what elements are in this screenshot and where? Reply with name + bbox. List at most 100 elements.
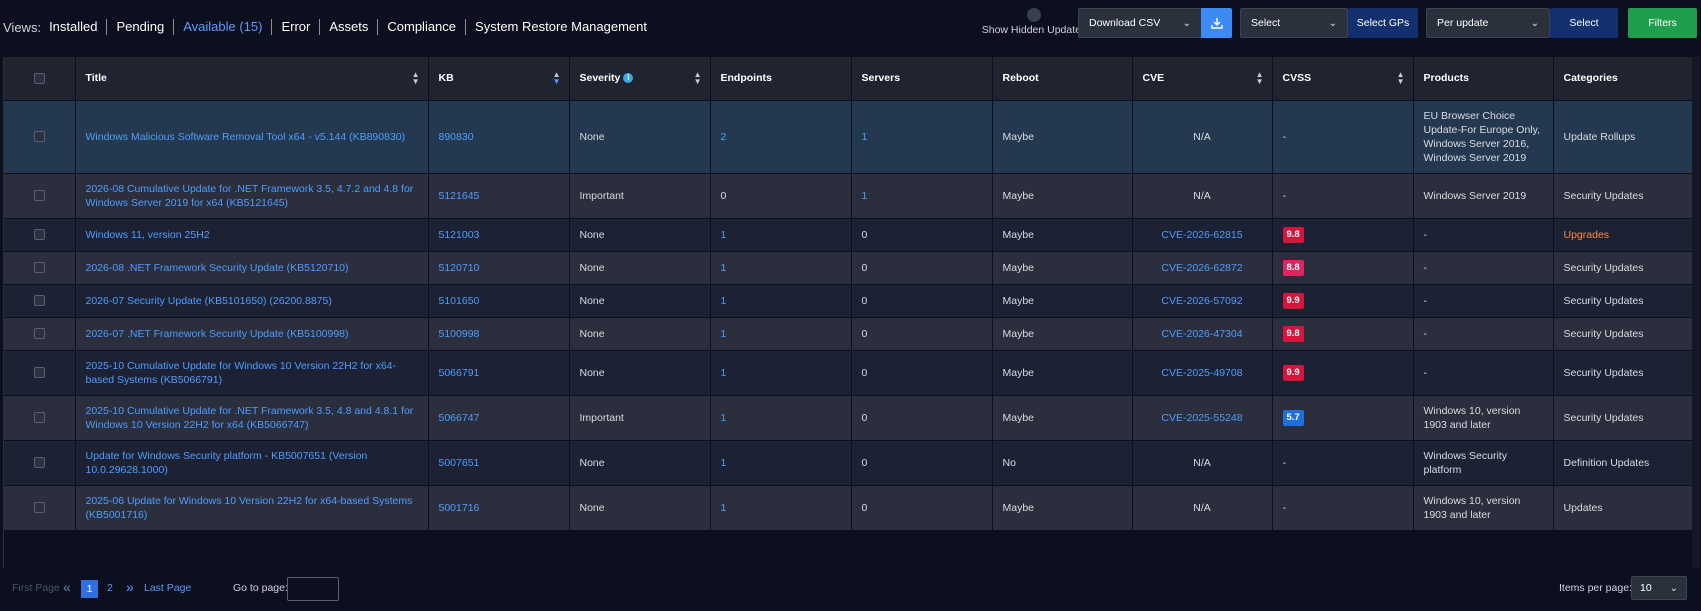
- endpoints-link[interactable]: 1: [710, 251, 852, 284]
- endpoints-link[interactable]: 1: [710, 350, 852, 395]
- endpoints-link[interactable]: 1: [710, 317, 852, 350]
- title-link[interactable]: 2026-08 Cumulative Update for .NET Frame…: [75, 173, 429, 218]
- next-page-icon[interactable]: »: [126, 579, 134, 595]
- row-checkbox[interactable]: [33, 295, 45, 306]
- title-link[interactable]: Windows 11, version 25H2: [75, 218, 429, 251]
- row-checkbox-cell[interactable]: [4, 100, 76, 173]
- info-icon[interactable]: i: [623, 73, 634, 84]
- select-button[interactable]: Select: [1550, 8, 1618, 38]
- cve-link[interactable]: CVE-2025-49708: [1132, 350, 1273, 395]
- row-checkbox[interactable]: [33, 131, 45, 142]
- table-row[interactable]: 2026-07 Security Update (KB5101650) (262…: [4, 284, 1694, 317]
- table-row[interactable]: Update for Windows Security platform - K…: [4, 440, 1694, 485]
- col-cve[interactable]: CVE ▲ ▼: [1132, 57, 1273, 101]
- row-checkbox[interactable]: [33, 328, 45, 339]
- endpoints-link[interactable]: 1: [710, 395, 852, 440]
- table-row[interactable]: 2025-10 Cumulative Update for Windows 10…: [4, 350, 1694, 395]
- view-tab-pending[interactable]: Pending: [107, 19, 175, 35]
- page-2-button[interactable]: 2: [107, 582, 113, 594]
- row-checkbox-cell[interactable]: [4, 251, 76, 284]
- title-link[interactable]: 2025-10 Cumulative Update for Windows 10…: [75, 350, 429, 395]
- select-all-checkbox[interactable]: [33, 72, 45, 84]
- table-row[interactable]: 2026-07 .NET Framework Security Update (…: [4, 317, 1694, 350]
- vertical-scrollbar[interactable]: [1692, 57, 1700, 568]
- kb-link[interactable]: 5121645: [428, 173, 570, 218]
- view-tab-compliance[interactable]: Compliance: [378, 19, 467, 35]
- kb-link[interactable]: 5100998: [428, 317, 570, 350]
- col-title[interactable]: Title ▲ ▼: [75, 57, 429, 101]
- title-link[interactable]: 2026-07 .NET Framework Security Update (…: [75, 317, 429, 350]
- row-checkbox-cell[interactable]: [4, 350, 76, 395]
- gp-select[interactable]: Select ⌄: [1240, 8, 1348, 38]
- filters-button[interactable]: Filters: [1628, 8, 1697, 38]
- kb-link[interactable]: 890830: [428, 100, 570, 173]
- kb-link[interactable]: 5007651: [428, 440, 570, 485]
- sort-icon[interactable]: ▲ ▼: [553, 71, 561, 86]
- row-checkbox[interactable]: [33, 262, 45, 273]
- title-link[interactable]: 2026-08 .NET Framework Security Update (…: [75, 251, 429, 284]
- download-format-select[interactable]: Download CSV ⌄: [1078, 8, 1202, 38]
- sort-icon[interactable]: ▲ ▼: [1256, 71, 1264, 86]
- row-checkbox[interactable]: [33, 190, 45, 201]
- row-checkbox-cell[interactable]: [4, 218, 76, 251]
- row-checkbox[interactable]: [33, 412, 45, 423]
- cve-link[interactable]: CVE-2026-57092: [1132, 284, 1273, 317]
- kb-link[interactable]: 5120710: [428, 251, 570, 284]
- row-checkbox-cell[interactable]: [4, 395, 76, 440]
- col-severity[interactable]: Severity i ▲ ▼: [569, 57, 711, 101]
- per-update-select[interactable]: Per update ⌄: [1426, 8, 1550, 38]
- select-gps-button[interactable]: Select GPs: [1348, 8, 1418, 38]
- sort-icon[interactable]: ▲ ▼: [412, 71, 420, 86]
- title-link[interactable]: Windows Malicious Software Removal Tool …: [75, 100, 429, 173]
- col-cvss[interactable]: CVSS ▲ ▼: [1272, 57, 1414, 101]
- row-checkbox-cell[interactable]: [4, 440, 76, 485]
- kb-link[interactable]: 5121003: [428, 218, 570, 251]
- row-checkbox[interactable]: [33, 457, 45, 468]
- row-checkbox-cell[interactable]: [4, 485, 76, 530]
- row-checkbox[interactable]: [33, 502, 45, 514]
- select-all-header[interactable]: [4, 57, 76, 101]
- cve-link[interactable]: CVE-2025-55248: [1132, 395, 1273, 440]
- title-link[interactable]: 2025-06 Update for Windows 10 Version 22…: [75, 485, 429, 530]
- download-button[interactable]: [1201, 8, 1232, 38]
- title-link[interactable]: 2025-10 Cumulative Update for .NET Frame…: [75, 395, 429, 440]
- view-tab-error[interactable]: Error: [272, 19, 321, 35]
- row-checkbox[interactable]: [33, 367, 45, 378]
- title-link[interactable]: 2026-07 Security Update (KB5101650) (262…: [75, 284, 429, 317]
- view-tab-installed[interactable]: Installed: [49, 19, 108, 35]
- cve-link[interactable]: CVE-2026-47304: [1132, 317, 1273, 350]
- table-row[interactable]: 2026-08 Cumulative Update for .NET Frame…: [4, 173, 1694, 218]
- cve-link[interactable]: CVE-2026-62815: [1132, 218, 1273, 251]
- view-tab-available-15[interactable]: Available (15): [174, 19, 273, 35]
- endpoints-link[interactable]: 1: [710, 485, 852, 530]
- goto-page-input[interactable]: [287, 577, 339, 601]
- table-row[interactable]: 2025-10 Cumulative Update for .NET Frame…: [4, 395, 1694, 440]
- table-row[interactable]: 2026-08 .NET Framework Security Update (…: [4, 251, 1694, 284]
- endpoints-link[interactable]: 1: [710, 440, 852, 485]
- servers-link[interactable]: 1: [851, 173, 993, 218]
- kb-link[interactable]: 5101650: [428, 284, 570, 317]
- kb-link[interactable]: 5066791: [428, 350, 570, 395]
- endpoints-link[interactable]: 1: [710, 218, 852, 251]
- row-checkbox-cell[interactable]: [4, 284, 76, 317]
- table-row[interactable]: Windows 11, version 25H2 5121003 None 1 0 May…: [4, 218, 1694, 251]
- first-page-link[interactable]: First Page: [12, 582, 60, 594]
- view-tab-assets[interactable]: Assets: [320, 19, 379, 35]
- table-row[interactable]: 2025-06 Update for Windows 10 Version 22…: [4, 485, 1694, 530]
- row-checkbox-cell[interactable]: [4, 317, 76, 350]
- servers-link[interactable]: 1: [851, 100, 993, 173]
- col-kb[interactable]: KB ▲ ▼: [428, 57, 570, 101]
- row-checkbox[interactable]: [33, 229, 45, 240]
- row-checkbox-cell[interactable]: [4, 173, 76, 218]
- toggle-knob[interactable]: [1027, 8, 1041, 22]
- endpoints-link[interactable]: 1: [710, 284, 852, 317]
- prev-page-icon[interactable]: «: [63, 579, 71, 595]
- kb-link[interactable]: 5001716: [428, 485, 570, 530]
- items-per-page-select[interactable]: 10 ⌄: [1631, 576, 1687, 600]
- sort-icon[interactable]: ▲ ▼: [1397, 71, 1405, 86]
- last-page-link[interactable]: Last Page: [144, 582, 191, 594]
- cve-link[interactable]: CVE-2026-62872: [1132, 251, 1273, 284]
- sort-icon[interactable]: ▲ ▼: [694, 71, 702, 86]
- page-1-button[interactable]: 1: [81, 580, 98, 598]
- table-row[interactable]: Windows Malicious Software Removal Tool …: [4, 100, 1694, 173]
